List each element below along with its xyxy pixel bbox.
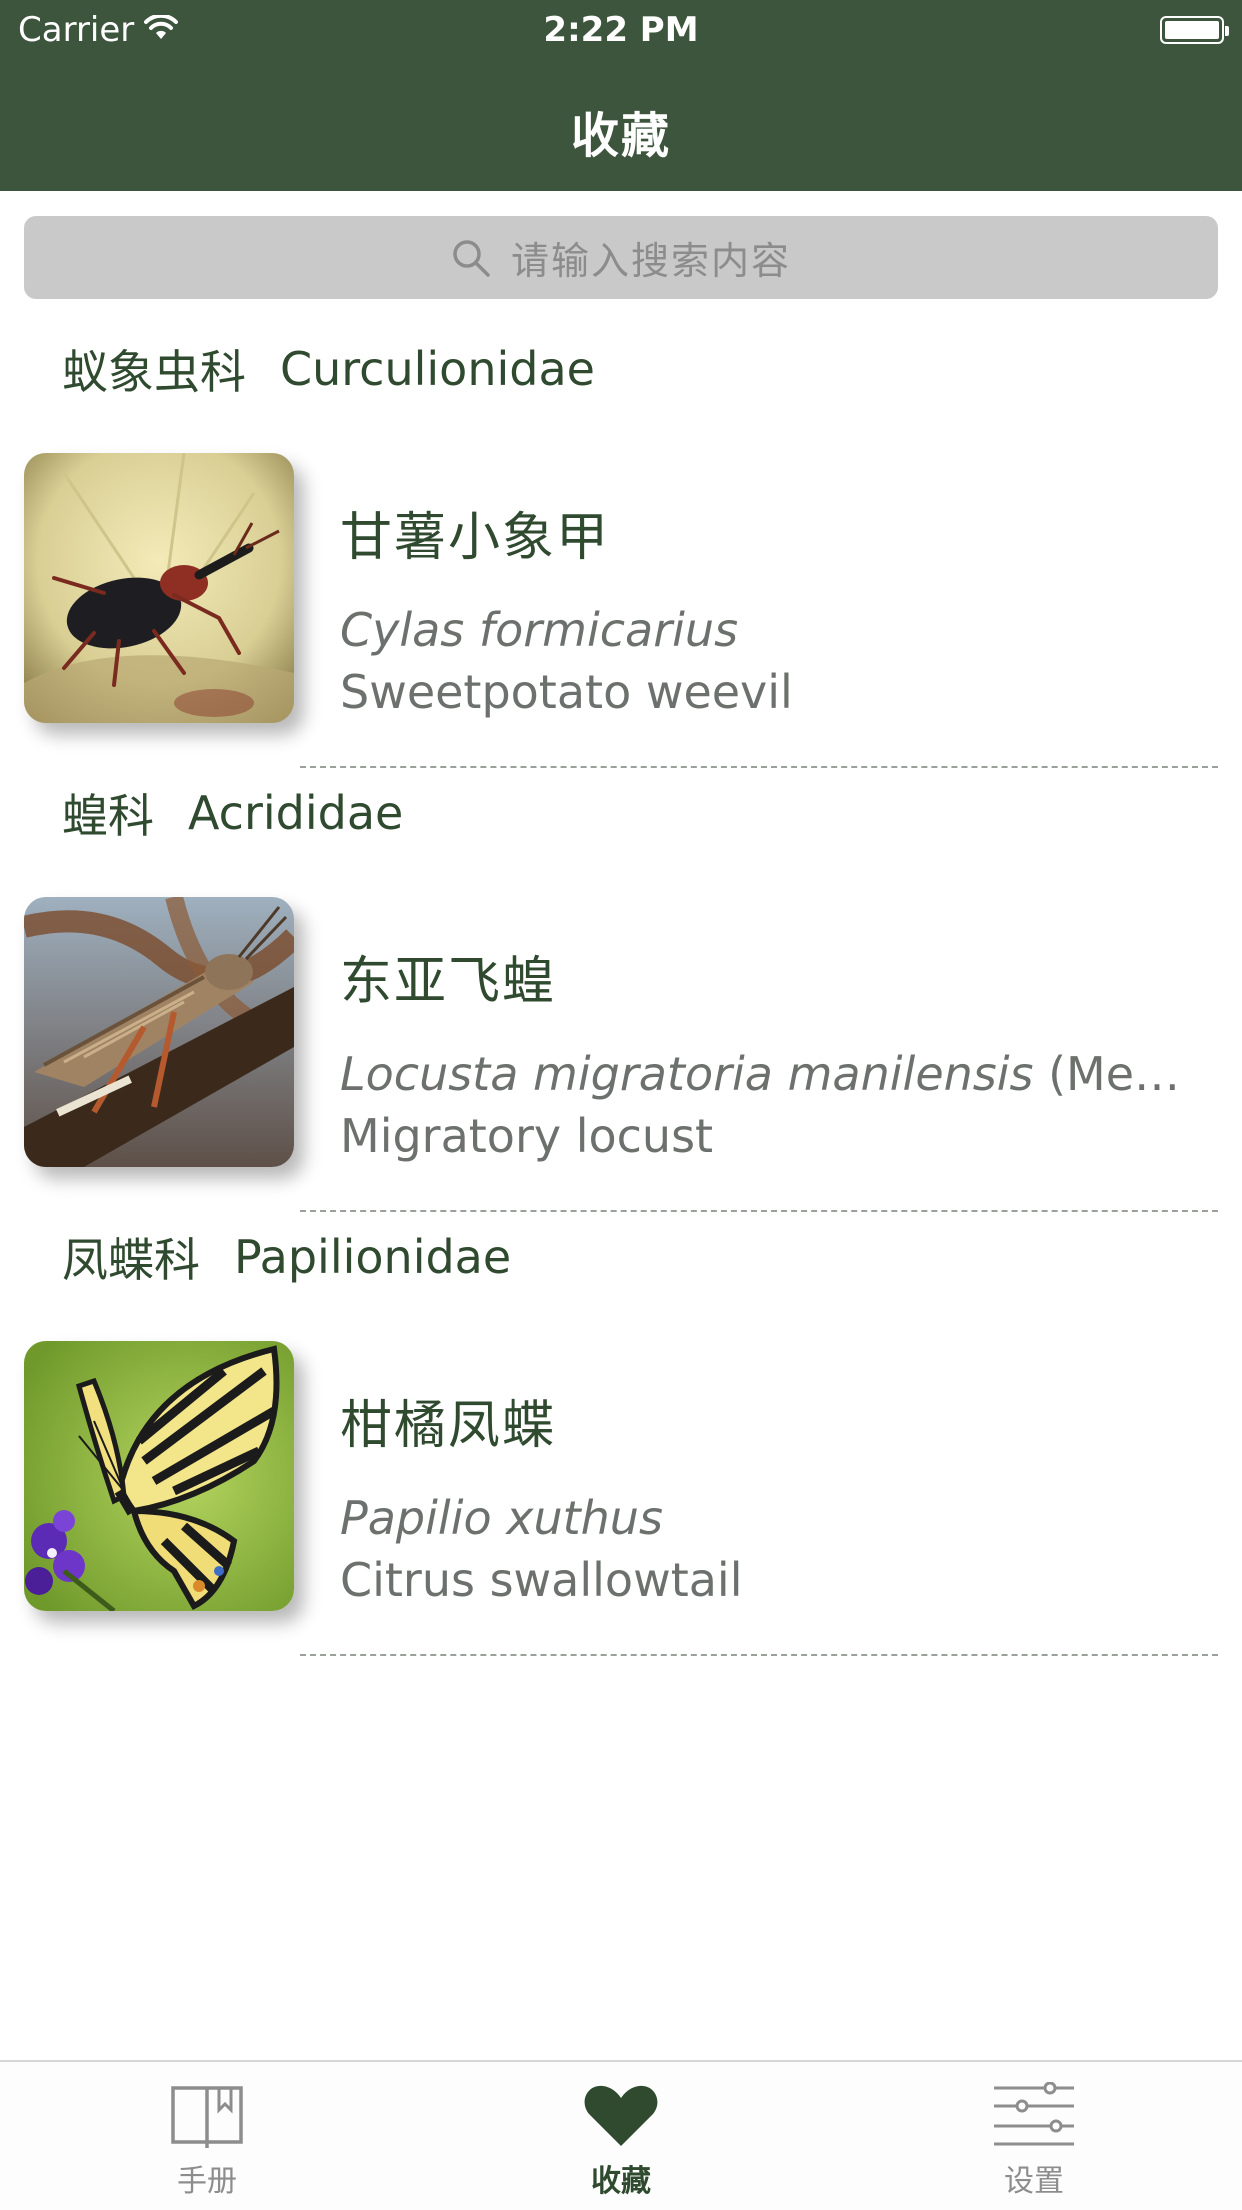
- item-divider: [300, 1654, 1218, 1656]
- sliders-icon: [994, 2082, 1074, 2146]
- book-icon: [171, 2086, 243, 2148]
- heart-icon: [584, 2085, 658, 2146]
- item-scientific-name: Papilio xuthus: [340, 1491, 663, 1545]
- tab-label: 设置: [1004, 2164, 1064, 2199]
- family-name-latin: Curculionidae: [280, 342, 595, 396]
- tab-handbook[interactable]: 手册: [107, 2082, 307, 2200]
- item-common-name: Citrus swallowtail: [340, 1553, 743, 1607]
- section-header-curculionidae: 蚁象虫科 Curculionidae: [62, 336, 595, 402]
- family-name-latin: Acrididae: [188, 786, 404, 840]
- page-title: 收藏: [570, 108, 671, 164]
- list-item[interactable]: 柑橘凤蝶 Papilio xuthus Citrus swallowtail: [0, 1341, 1242, 1641]
- tab-bar: 手册 收藏 设置: [0, 2060, 1242, 2210]
- tab-label: 收藏: [591, 2164, 651, 2199]
- weevil-photo: [24, 453, 294, 723]
- item-name-cn: 柑橘凤蝶: [340, 1396, 557, 1456]
- tab-favorites[interactable]: 收藏: [521, 2082, 721, 2200]
- item-divider: [300, 766, 1218, 768]
- section-header-acrididae: 蝗科 Acrididae: [62, 780, 403, 846]
- item-common-name: Migratory locust: [340, 1109, 714, 1163]
- item-name-cn: 甘薯小象甲: [340, 508, 611, 568]
- item-name-cn: 东亚飞蝗: [340, 952, 557, 1012]
- battery-icon: [1160, 16, 1229, 44]
- item-scientific-name: Locusta migratoria manilensis (Mey...: [340, 1047, 1190, 1101]
- search-bar[interactable]: 请输入搜索内容: [24, 216, 1218, 299]
- swallowtail-photo: [24, 1341, 294, 1611]
- family-name-cn: 蚁象虫科: [62, 345, 246, 399]
- navigation-header: Carrier 2:22 PM 收藏: [0, 0, 1242, 191]
- tab-settings[interactable]: 设置: [934, 2082, 1134, 2200]
- locust-photo: [24, 897, 294, 1167]
- list-item[interactable]: 甘薯小象甲 Cylas formicarius Sweetpotato weev…: [0, 453, 1242, 753]
- item-scientific-name: Cylas formicarius: [340, 603, 739, 657]
- section-header-papilionidae: 凤蝶科 Papilionidae: [62, 1224, 511, 1290]
- family-name-latin: Papilionidae: [234, 1230, 512, 1284]
- family-name-cn: 凤蝶科: [62, 1233, 200, 1287]
- status-time: 2:22 PM: [543, 10, 699, 50]
- tab-label: 手册: [177, 2164, 237, 2199]
- status-bar: Carrier 2:22 PM: [0, 0, 1242, 60]
- item-common-name: Sweetpotato weevil: [340, 665, 793, 719]
- family-name-cn: 蝗科: [62, 789, 154, 843]
- item-divider: [300, 1210, 1218, 1212]
- list-item[interactable]: 东亚飞蝗 Locusta migratoria manilensis (Mey.…: [0, 897, 1242, 1197]
- search-icon: [453, 239, 490, 277]
- search-input-placeholder[interactable]: 请输入搜索内容: [511, 230, 791, 285]
